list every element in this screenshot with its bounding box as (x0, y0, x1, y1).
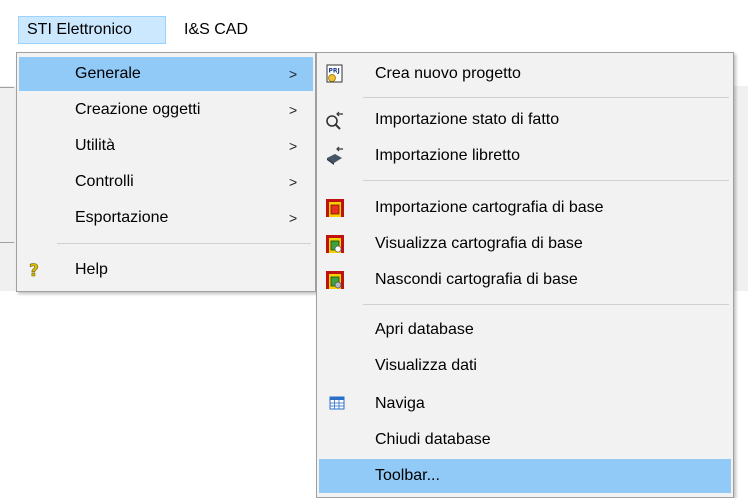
menu-separator (363, 97, 729, 98)
submenu-arrow-icon: > (289, 138, 298, 154)
menubar-item-label: STI Elettronico (27, 21, 132, 38)
submenu-arrow-icon: > (289, 174, 298, 190)
import-state-icon (325, 110, 345, 130)
menu-item-label: Importazione stato di fatto (375, 111, 560, 128)
menu-item-label: Generale (75, 65, 141, 82)
menu-item-label: Chiudi database (375, 431, 491, 448)
menu-item-label: Nascondi cartografia di base (375, 271, 578, 288)
menu-item-help[interactable]: ? Help (19, 253, 313, 287)
menu-item-label: Esportazione (75, 209, 169, 226)
menu-item-label: Help (75, 261, 108, 278)
menu-item-generale[interactable]: Generale > (19, 57, 313, 91)
question-icon: ? (25, 260, 45, 282)
menu-item-controlli[interactable]: Controlli > (19, 165, 313, 199)
menubar: STI Elettronico I&S CAD (0, 0, 748, 46)
menu-item-importazione-libretto[interactable]: Importazione libretto (319, 139, 731, 173)
grid-icon (329, 394, 349, 414)
menu-item-label: Controlli (75, 173, 134, 190)
submenu-arrow-icon: > (289, 210, 298, 226)
menu-item-label: Importazione libretto (375, 147, 520, 164)
menu-item-toolbar[interactable]: Toolbar... (319, 459, 731, 493)
menu-item-esportazione[interactable]: Esportazione > (19, 201, 313, 235)
menubar-item-label: I&S CAD (184, 21, 249, 38)
menu-item-importazione-cartografia-di-base[interactable]: Importazione cartografia di base (319, 191, 731, 225)
menu-item-label: Importazione cartografia di base (375, 199, 604, 216)
generale-submenu: PRJ Crea nuovo progetto Importazione sta… (316, 52, 734, 498)
menu-item-label: Creazione oggetti (75, 101, 201, 118)
import-booklet-icon (325, 146, 345, 166)
menu-item-label: Apri database (375, 321, 474, 338)
menu-item-visualizza-dati[interactable]: Visualizza dati (319, 349, 731, 383)
menu-item-label: Crea nuovo progetto (375, 65, 521, 82)
menubar-item-sti-elettronico[interactable]: STI Elettronico (18, 16, 166, 44)
menu-item-importazione-stato-di-fatto[interactable]: Importazione stato di fatto (319, 103, 731, 137)
menu-separator (363, 304, 729, 305)
menu-item-label: Toolbar... (375, 467, 440, 484)
show-map-icon (325, 234, 345, 254)
background-divider (0, 242, 14, 243)
menu-item-utilita[interactable]: Utilità > (19, 129, 313, 163)
menu-item-crea-nuovo-progetto[interactable]: PRJ Crea nuovo progetto (319, 57, 731, 91)
menu-item-label: Utilità (75, 137, 116, 154)
menu-item-label: Visualizza cartografia di base (375, 235, 583, 252)
menu-item-label: Visualizza dati (375, 357, 477, 374)
menu-item-nascondi-cartografia-di-base[interactable]: Nascondi cartografia di base (319, 263, 731, 297)
new-project-icon: PRJ (325, 64, 345, 84)
menu-separator (57, 243, 311, 244)
menu-item-apri-database[interactable]: Apri database (319, 313, 731, 347)
menu-separator (363, 180, 729, 181)
background-divider (0, 87, 14, 88)
menu-item-label: Naviga (375, 395, 425, 412)
submenu-arrow-icon: > (289, 66, 298, 82)
hide-map-icon (325, 270, 345, 290)
menu-item-creazione-oggetti[interactable]: Creazione oggetti > (19, 93, 313, 127)
menu-item-visualizza-cartografia-di-base[interactable]: Visualizza cartografia di base (319, 227, 731, 261)
menu-item-chiudi-database[interactable]: Chiudi database (319, 423, 731, 457)
main-menu: Generale > Creazione oggetti > Utilità >… (16, 52, 316, 292)
svg-text:?: ? (29, 261, 39, 280)
submenu-arrow-icon: > (289, 102, 298, 118)
svg-text:PRJ: PRJ (329, 68, 340, 75)
import-map-icon (325, 198, 345, 218)
menu-item-naviga[interactable]: Naviga (319, 387, 731, 421)
menubar-item-is-cad[interactable]: I&S CAD (176, 16, 256, 44)
